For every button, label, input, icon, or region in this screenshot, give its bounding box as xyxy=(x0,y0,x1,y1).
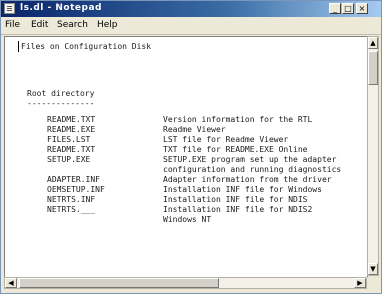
text-cursor xyxy=(18,41,19,52)
menu-edit[interactable]: Edit xyxy=(31,20,48,30)
file-name: NETRTS.INF xyxy=(47,195,96,204)
file-description: Readme Viewer xyxy=(163,125,226,134)
menu-bar: File Edit Search Help xyxy=(1,17,381,35)
file-description: Installation INF file for Windows xyxy=(163,185,322,194)
file-description: TXT file for README.EXE Online xyxy=(163,145,308,154)
arrow-up-icon[interactable]: ▲ xyxy=(368,37,378,49)
document-text: Files on Configuration Disk Root directo… xyxy=(5,37,367,277)
vertical-scroll-thumb[interactable] xyxy=(368,51,378,85)
file-description: SETUP.EXE program set up the adapter xyxy=(163,155,337,164)
section-underline: -------------- xyxy=(27,99,95,108)
file-name: SETUP.EXE xyxy=(47,155,91,164)
horizontal-scrollbar[interactable]: ◀ ▶ xyxy=(4,277,367,289)
file-name: README.TXT xyxy=(47,145,96,154)
file-name: NETRTS.___ xyxy=(47,205,96,214)
close-button[interactable]: × xyxy=(356,3,368,14)
file-description: LST file for Readme Viewer xyxy=(163,135,289,144)
menu-file[interactable]: File xyxy=(5,20,20,30)
resize-grip[interactable] xyxy=(367,277,379,289)
section-title: Root directory xyxy=(27,89,95,98)
file-name: FILES.LST xyxy=(47,135,91,144)
file-description: Version information for the RTL xyxy=(163,115,313,124)
menu-help[interactable]: Help xyxy=(97,20,118,30)
file-name: README.EXE xyxy=(47,125,96,134)
minimize-button[interactable]: _ xyxy=(329,3,341,14)
file-description: Installation INF file for NDIS2 xyxy=(163,205,313,214)
vertical-scrollbar[interactable]: ▲ ▼ xyxy=(367,36,379,276)
notepad-window: ls.dl - Notepad _ □ × File Edit Search H… xyxy=(0,0,382,294)
arrow-left-icon[interactable]: ◀ xyxy=(5,278,17,288)
file-name: README.TXT xyxy=(47,115,96,124)
text-area[interactable]: Files on Configuration Disk Root directo… xyxy=(4,36,368,278)
maximize-button[interactable]: □ xyxy=(342,3,354,14)
file-name: OEMSETUP.INF xyxy=(47,185,105,194)
file-description: Adapter information from the driver xyxy=(163,175,332,184)
arrow-down-icon[interactable]: ▼ xyxy=(368,263,378,275)
file-name: ADAPTER.INF xyxy=(47,175,100,184)
menu-search[interactable]: Search xyxy=(57,20,88,30)
title-bar[interactable]: ls.dl - Notepad _ □ × xyxy=(1,1,381,17)
window-title: ls.dl - Notepad xyxy=(20,3,102,13)
arrow-right-icon[interactable]: ▶ xyxy=(354,278,366,288)
file-description: Installation INF file for NDIS xyxy=(163,195,308,204)
notepad-icon[interactable] xyxy=(4,3,15,14)
horizontal-scroll-thumb[interactable] xyxy=(19,278,219,288)
file-description: Windows NT xyxy=(163,215,212,224)
doc-heading: Files on Configuration Disk xyxy=(21,42,152,51)
file-description: configuration and running diagnostics xyxy=(163,165,342,174)
